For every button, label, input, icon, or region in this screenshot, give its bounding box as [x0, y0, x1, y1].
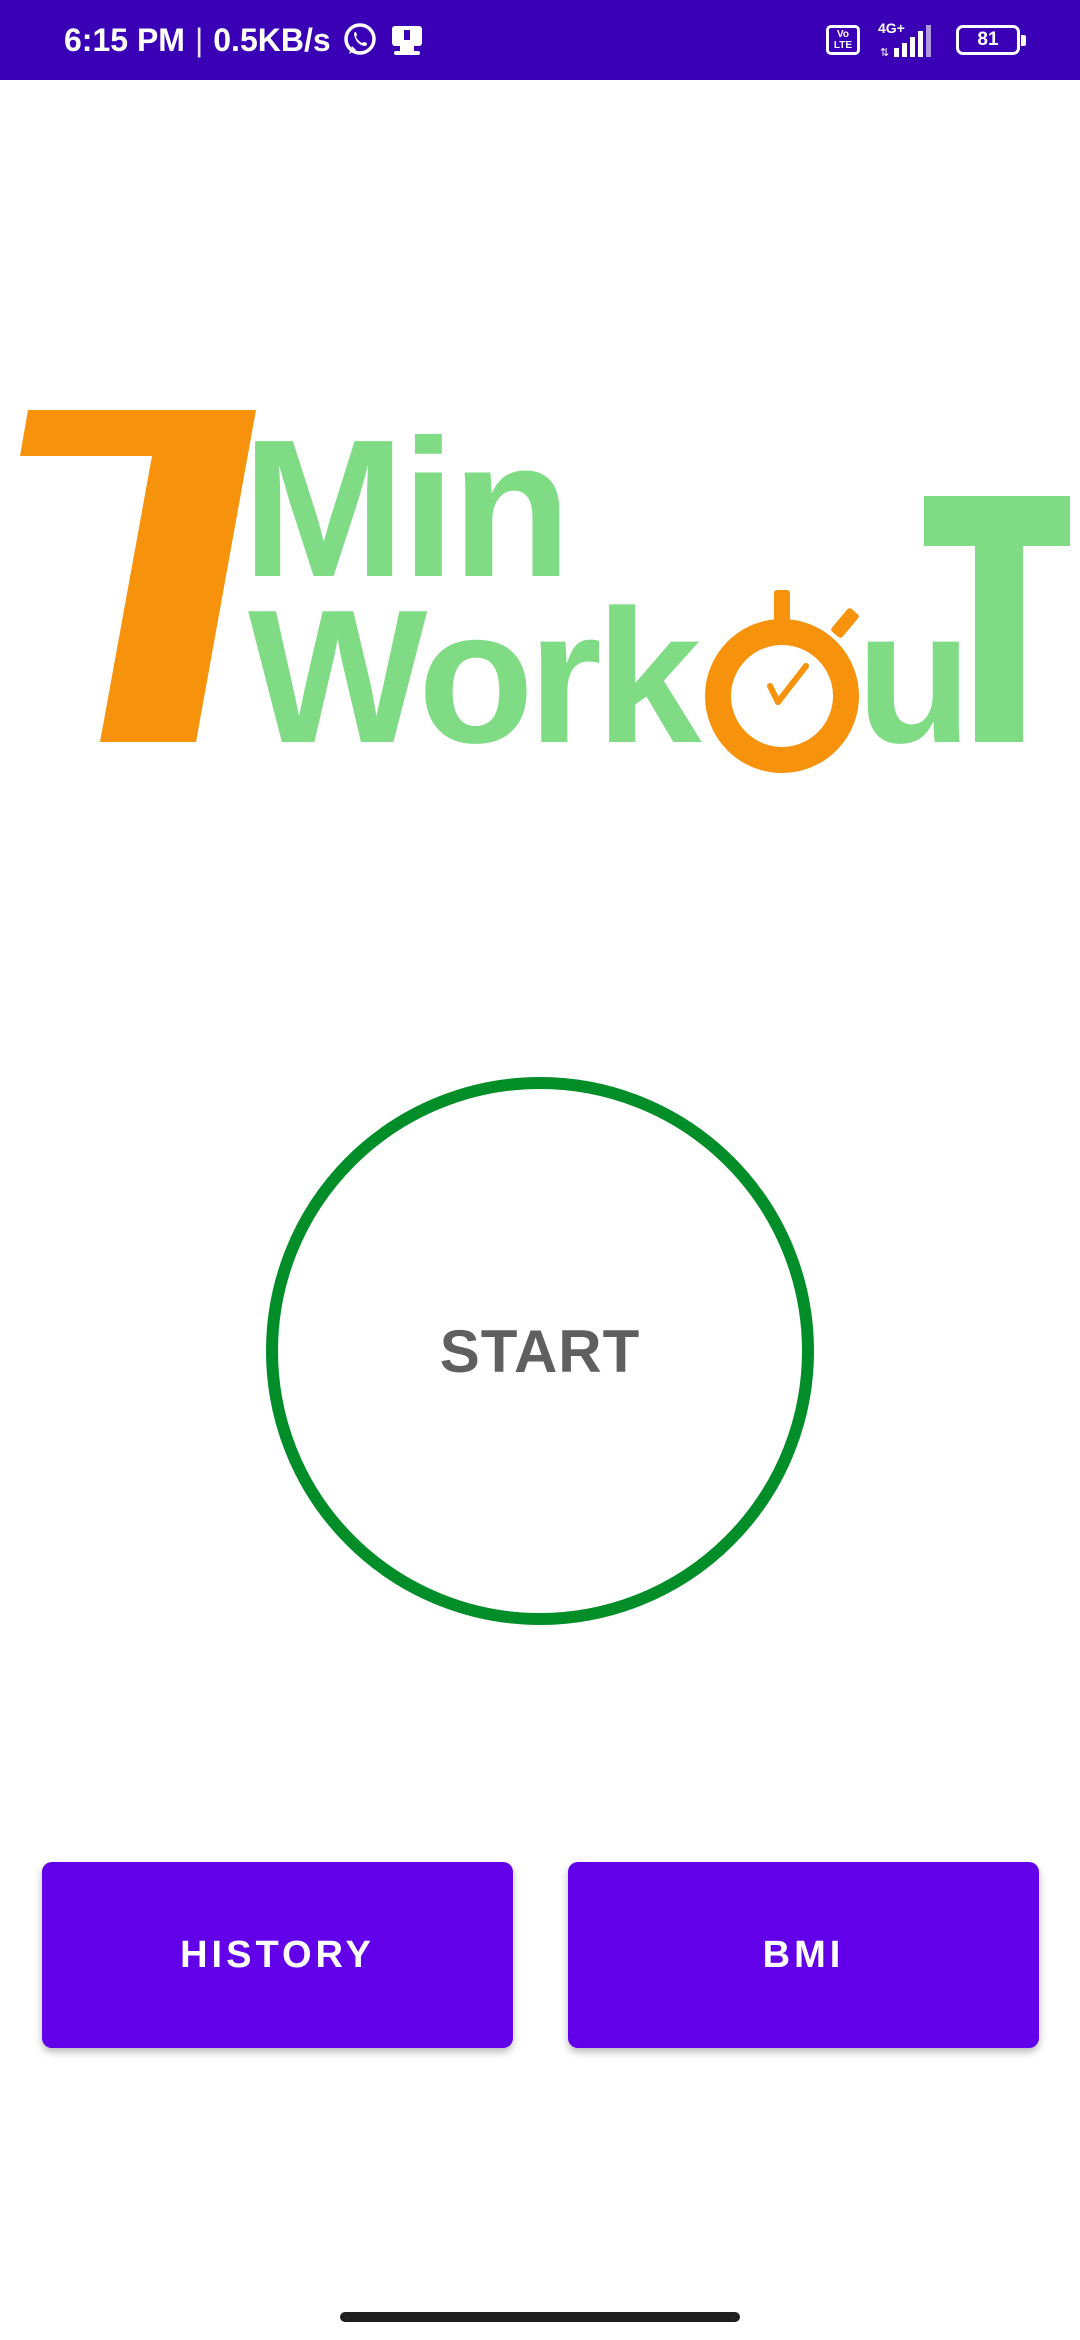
stopwatch-icon — [705, 590, 859, 773]
download-notification-icon — [391, 26, 422, 55]
app-logo: Min Work u — [20, 399, 1070, 780]
status-left: 6:15 PM | 0.5KB/s — [64, 0, 425, 80]
start-label: START — [439, 1317, 641, 1385]
signal-indicator: 4G+ ⇅ — [878, 20, 938, 60]
battery-icon: 81 — [956, 25, 1026, 55]
status-right: Vo LTE 4G+ ⇅ 81 — [826, 0, 1026, 80]
whatsapp-icon — [343, 23, 376, 55]
status-separator: | — [194, 21, 204, 58]
network-speed: 0.5KB/s — [213, 21, 331, 58]
volte-icon: Vo LTE — [826, 25, 860, 55]
logo-seven — [20, 410, 256, 742]
bmi-label: BMI — [762, 1933, 845, 1976]
home-indicator[interactable] — [340, 2312, 740, 2322]
status-time: 6:15 PM — [64, 21, 185, 58]
logo-u-text: u — [856, 571, 972, 780]
svg-text:⇅: ⇅ — [880, 46, 889, 59]
status-bar: 6:15 PM | 0.5KB/s Vo LTE 4G+ ⇅ 81 — [0, 0, 1080, 80]
start-button[interactable]: START — [266, 1077, 814, 1625]
history-label: HISTORY — [180, 1933, 375, 1976]
signal-bars-icon: ⇅ — [880, 25, 931, 59]
bmi-button[interactable]: BMI — [568, 1862, 1039, 2048]
logo-work-text: Work — [248, 571, 702, 780]
history-button[interactable]: HISTORY — [42, 1862, 513, 2048]
